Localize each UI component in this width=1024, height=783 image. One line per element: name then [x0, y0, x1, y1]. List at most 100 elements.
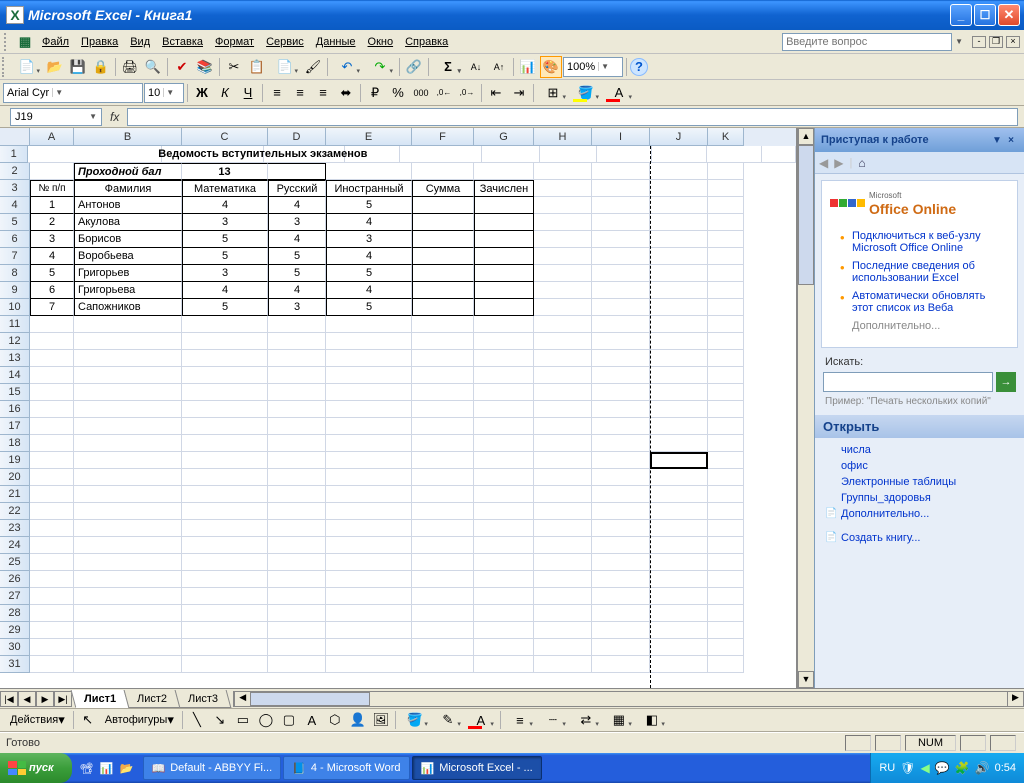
cell[interactable] [412, 418, 474, 435]
taskpane-link[interactable]: Автоматически обновлять этот список из В… [840, 287, 999, 317]
sheet-tab-Лист1[interactable]: Лист1 [71, 690, 130, 708]
cell[interactable] [534, 214, 592, 231]
cell[interactable] [474, 503, 534, 520]
row-header-19[interactable]: 19 [0, 452, 30, 469]
col-header-B[interactable]: B [74, 128, 182, 146]
cell[interactable] [268, 435, 326, 452]
cell[interactable] [326, 639, 412, 656]
scroll-thumb[interactable] [798, 145, 814, 285]
redo-button[interactable]: ↷ [364, 56, 396, 78]
cell[interactable]: Ведомость вступительных экзаменов [28, 146, 162, 163]
cell[interactable] [182, 350, 268, 367]
ql-icon[interactable]: 📊 [98, 758, 116, 778]
help-button[interactable]: ? [630, 58, 648, 76]
col-header-A[interactable]: A [30, 128, 74, 146]
cell[interactable] [708, 384, 744, 401]
font-size-combo[interactable]: 10▼ [144, 83, 184, 103]
cell[interactable] [182, 401, 268, 418]
cell[interactable] [534, 248, 592, 265]
cell[interactable] [268, 503, 326, 520]
cell[interactable] [650, 656, 708, 673]
cell[interactable] [534, 486, 592, 503]
cell[interactable] [708, 656, 744, 673]
cell[interactable] [650, 469, 708, 486]
cell[interactable] [412, 588, 474, 605]
cell[interactable] [412, 452, 474, 469]
row-header-4[interactable]: 4 [0, 197, 30, 214]
currency-button[interactable]: ₽ [364, 82, 386, 104]
cell[interactable] [650, 401, 708, 418]
cell[interactable] [326, 469, 412, 486]
permissions-button[interactable]: 🔒 [90, 56, 112, 78]
picture-button[interactable]: 🖼 [370, 709, 392, 731]
cell[interactable] [592, 384, 650, 401]
cell[interactable] [708, 537, 744, 554]
row-header-11[interactable]: 11 [0, 316, 30, 333]
cell[interactable] [30, 401, 74, 418]
cell[interactable] [412, 554, 474, 571]
increase-indent-button[interactable]: ⇥ [508, 82, 530, 104]
cell[interactable] [474, 571, 534, 588]
cell[interactable] [268, 452, 326, 469]
cell[interactable] [182, 316, 268, 333]
cell[interactable] [592, 622, 650, 639]
row-header-15[interactable]: 15 [0, 384, 30, 401]
cell[interactable] [708, 231, 744, 248]
cell[interactable] [412, 503, 474, 520]
row-header-8[interactable]: 8 [0, 265, 30, 282]
cell[interactable] [474, 384, 534, 401]
cell[interactable] [650, 299, 708, 316]
shadow-button[interactable]: ▦ [603, 709, 635, 731]
cell[interactable]: 4 [268, 231, 326, 248]
cell[interactable] [182, 588, 268, 605]
cell[interactable] [182, 656, 268, 673]
cell[interactable] [592, 537, 650, 554]
cell[interactable] [592, 520, 650, 537]
menu-Сервис[interactable]: Сервис [260, 33, 310, 51]
increase-decimal-button[interactable]: ,0← [433, 82, 455, 104]
cell[interactable] [534, 299, 592, 316]
rectangle-button[interactable]: ▭ [232, 709, 254, 731]
oval-button[interactable]: ◯ [255, 709, 277, 731]
cell[interactable] [592, 316, 650, 333]
sheet-tab-Лист2[interactable]: Лист2 [124, 690, 181, 708]
cell[interactable] [412, 571, 474, 588]
cell[interactable] [592, 333, 650, 350]
cell[interactable] [534, 231, 592, 248]
cell[interactable] [268, 622, 326, 639]
cell[interactable] [412, 333, 474, 350]
cell[interactable] [534, 537, 592, 554]
cell[interactable] [30, 639, 74, 656]
underline-button[interactable]: Ч [237, 82, 259, 104]
cell[interactable] [412, 605, 474, 622]
cell[interactable] [182, 452, 268, 469]
cell[interactable] [534, 197, 592, 214]
cell[interactable] [650, 316, 708, 333]
sheet-nav-first-button[interactable]: |◀ [0, 691, 18, 707]
cell[interactable] [592, 486, 650, 503]
toolbar-handle[interactable] [4, 33, 10, 51]
name-box[interactable]: J19▼ [10, 108, 102, 126]
cell[interactable] [74, 571, 182, 588]
cell[interactable] [412, 197, 474, 214]
col-header-F[interactable]: F [412, 128, 474, 146]
font-combo[interactable]: Arial Cyr▼ [3, 83, 143, 103]
cell[interactable]: 4 [268, 197, 326, 214]
cell[interactable] [650, 367, 708, 384]
menu-Формат[interactable]: Формат [209, 33, 260, 51]
wordart-button[interactable]: A [301, 709, 323, 731]
cell[interactable] [708, 401, 744, 418]
select-objects-button[interactable]: ↖ [77, 709, 99, 731]
start-button[interactable]: пуск [0, 753, 72, 783]
select-all-corner[interactable] [0, 128, 30, 146]
cell[interactable] [326, 503, 412, 520]
undo-button[interactable]: ↶ [331, 56, 363, 78]
cell[interactable] [592, 163, 650, 180]
cell[interactable] [534, 316, 592, 333]
cell[interactable] [74, 333, 182, 350]
cell[interactable] [268, 520, 326, 537]
cell[interactable] [650, 214, 708, 231]
cell[interactable] [474, 316, 534, 333]
cell[interactable] [74, 401, 182, 418]
decrease-indent-button[interactable]: ⇤ [485, 82, 507, 104]
